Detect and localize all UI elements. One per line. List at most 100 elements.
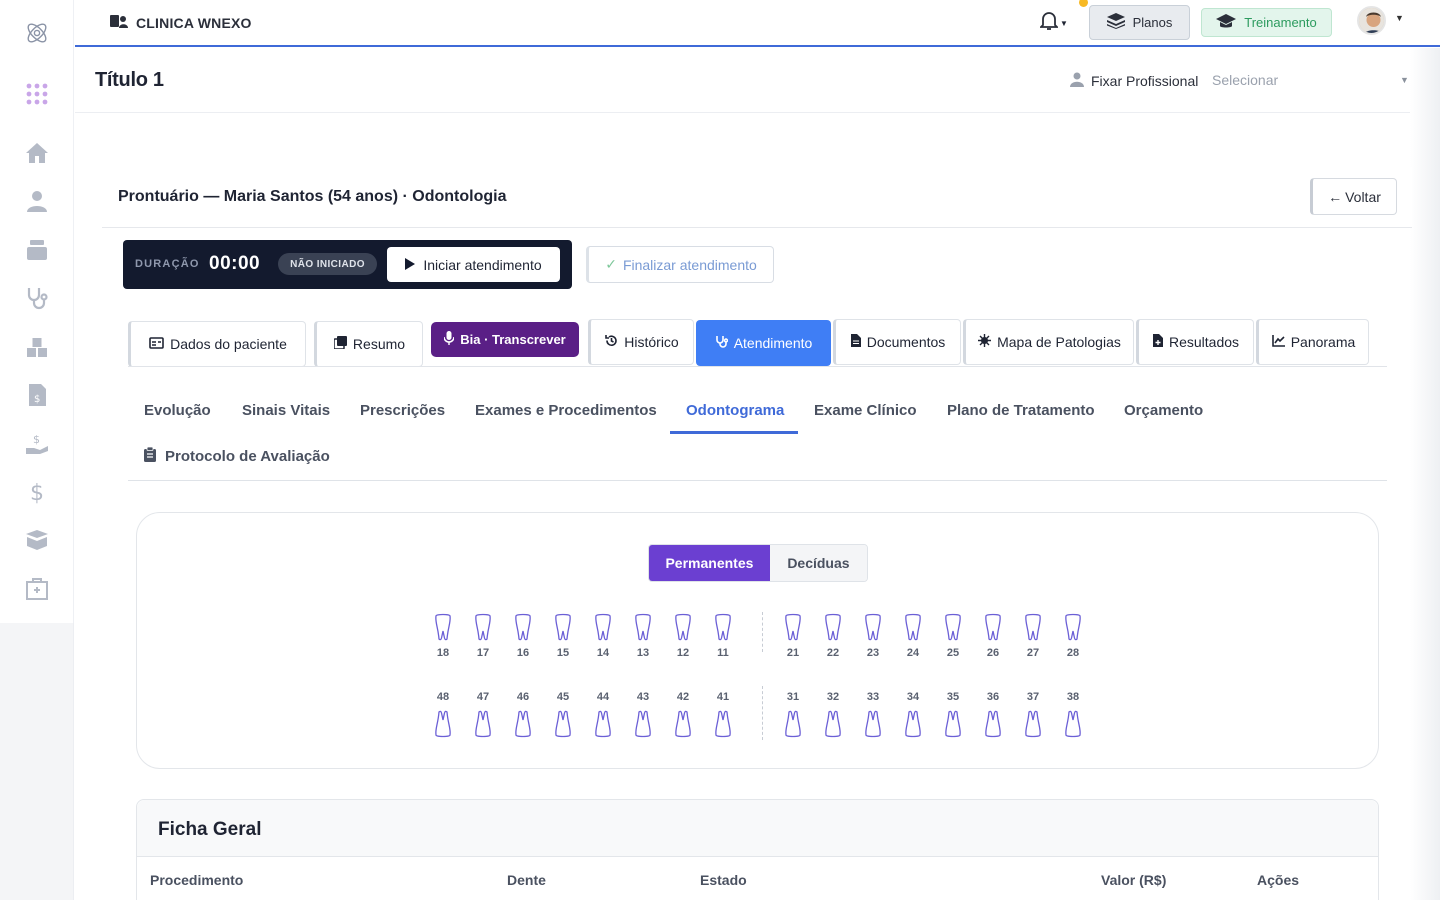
tab-label: Documentos	[866, 334, 946, 350]
tooth-43-icon[interactable]	[632, 710, 654, 738]
tooth-24-icon[interactable]	[902, 613, 924, 641]
record-header: Prontuário — Maria Santos (54 anos) · Od…	[102, 167, 1412, 228]
tooth-27-icon[interactable]	[1022, 613, 1044, 641]
cash-register-icon[interactable]	[22, 235, 52, 265]
subtab-protocolo-avaliacao[interactable]: Protocolo de Avaliação	[144, 446, 330, 466]
ficha-header: Ficha Geral	[137, 800, 1378, 857]
start-session-button[interactable]: Iniciar atendimento	[387, 247, 560, 282]
subtab-prescricoes[interactable]: Prescrições	[360, 402, 445, 419]
tooth-11-icon[interactable]	[712, 613, 734, 641]
graduation-cap-icon	[1216, 14, 1237, 31]
tab-documentos[interactable]: Documentos	[833, 319, 961, 365]
subtab-evolucao[interactable]: Evolução	[144, 402, 211, 419]
tooth-22-icon[interactable]	[822, 613, 844, 641]
tooth-14-icon[interactable]	[592, 613, 614, 641]
hospital-icon[interactable]	[22, 574, 52, 604]
subtab-orcamento[interactable]: Orçamento	[1124, 402, 1203, 419]
tooth-34-icon[interactable]	[902, 710, 924, 738]
tooth-number-label: 15	[556, 647, 570, 659]
subtab-odontograma[interactable]: Odontograma	[686, 402, 784, 419]
home-icon[interactable]	[22, 138, 52, 168]
tooth-16-icon[interactable]	[512, 613, 534, 641]
notification-dot	[1079, 0, 1088, 7]
professional-select[interactable]: Selecionar	[1212, 72, 1278, 88]
back-button[interactable]: ← Voltar	[1310, 178, 1397, 215]
tab-atendimento[interactable]: Atendimento	[696, 320, 831, 366]
tooth-number-label: 28	[1066, 647, 1080, 659]
bell-icon	[1038, 11, 1060, 36]
tab-resultados[interactable]: Resultados	[1136, 319, 1254, 365]
tooth-number-label: 14	[596, 647, 610, 659]
subtab-exame-clinico[interactable]: Exame Clínico	[814, 402, 917, 419]
tooth-47-icon[interactable]	[472, 710, 494, 738]
tooth-number-label: 34	[906, 691, 920, 703]
finish-session-button[interactable]: ✓ Finalizar atendimento	[586, 246, 774, 283]
tooth-15-icon[interactable]	[552, 613, 574, 641]
tooth-28-icon[interactable]	[1062, 613, 1084, 641]
tab-panorama[interactable]: Panorama	[1256, 319, 1369, 365]
tooth-number-label: 41	[716, 691, 730, 703]
tooth-number-label: 17	[476, 647, 490, 659]
column-acoes: Ações	[1257, 872, 1300, 888]
tooth-42-icon[interactable]	[672, 710, 694, 738]
tooth-37-icon[interactable]	[1022, 710, 1044, 738]
tooth-number-label: 18	[436, 647, 450, 659]
tooth-13-icon[interactable]	[632, 613, 654, 641]
tooth-46-icon[interactable]	[512, 710, 534, 738]
tooth-number-label: 37	[1026, 691, 1040, 703]
doctor-icon[interactable]	[22, 186, 52, 216]
subtab-sinais-vitais[interactable]: Sinais Vitais	[242, 402, 330, 419]
clinic-selector[interactable]: CLINICA WNEXO	[110, 13, 252, 32]
tooth-31-icon[interactable]	[782, 710, 804, 738]
tooth-45-icon[interactable]	[552, 710, 574, 738]
avatar[interactable]	[1357, 6, 1386, 35]
tooth-36-icon[interactable]	[982, 710, 1004, 738]
page-title: Título 1	[95, 69, 164, 91]
tooth-number-label: 43	[636, 691, 650, 703]
tooth-26-icon[interactable]	[982, 613, 1004, 641]
toggle-permanentes[interactable]: Permanentes	[649, 545, 770, 581]
fixar-label: Fixar Profissional	[1091, 73, 1199, 89]
treinamento-button[interactable]: Treinamento	[1201, 8, 1332, 37]
tab-bia-transcrever[interactable]: Bia · Transcrever	[431, 322, 579, 357]
boxes-icon[interactable]	[22, 333, 52, 363]
tooth-12-icon[interactable]	[672, 613, 694, 641]
hand-money-icon[interactable]: $	[22, 428, 52, 458]
treinamento-label: Treinamento	[1244, 15, 1317, 30]
notifications-button[interactable]: ▼	[1038, 10, 1072, 36]
arrow-left-icon: ←	[1328, 188, 1343, 205]
tab-resumo[interactable]: Resumo	[314, 321, 423, 367]
tooth-32-icon[interactable]	[822, 710, 844, 738]
toggle-deciduas[interactable]: Decíduas	[769, 545, 867, 581]
tooth-17-icon[interactable]	[472, 613, 494, 641]
tooth-35-icon[interactable]	[942, 710, 964, 738]
tooth-38-icon[interactable]	[1062, 710, 1084, 738]
invoice-icon[interactable]: $	[22, 380, 52, 410]
select-caret-icon[interactable]: ▼	[1400, 75, 1409, 85]
tooth-48-icon[interactable]	[432, 710, 454, 738]
subtab-exames-procedimentos[interactable]: Exames e Procedimentos	[475, 402, 657, 419]
tooth-33-icon[interactable]	[862, 710, 884, 738]
subtab-plano-tratamento[interactable]: Plano de Tratamento	[947, 402, 1095, 419]
dollar-icon[interactable]: $	[22, 477, 52, 507]
box-open-icon[interactable]	[22, 524, 52, 554]
tooth-number-label: 24	[906, 647, 920, 659]
tooth-25-icon[interactable]	[942, 613, 964, 641]
tooth-44-icon[interactable]	[592, 710, 614, 738]
ficha-title: Ficha Geral	[158, 819, 262, 840]
tooth-number-label: 45	[556, 691, 570, 703]
tab-mapa-patologias[interactable]: Mapa de Patologias	[963, 319, 1134, 365]
active-subtab-indicator	[670, 431, 798, 434]
tooth-41-icon[interactable]	[712, 710, 734, 738]
record-title: Prontuário — Maria Santos (54 anos) · Od…	[118, 188, 507, 205]
tab-dados-paciente[interactable]: Dados do paciente	[128, 321, 306, 367]
apps-grid-icon[interactable]	[22, 79, 52, 109]
logo-icon[interactable]	[22, 18, 52, 48]
tooth-21-icon[interactable]	[782, 613, 804, 641]
planos-button[interactable]: Planos	[1089, 5, 1190, 40]
user-menu-caret-icon[interactable]: ▼	[1395, 13, 1404, 23]
tab-historico[interactable]: Histórico	[588, 319, 694, 365]
stethoscope-icon[interactable]	[22, 283, 52, 313]
tooth-23-icon[interactable]	[862, 613, 884, 641]
tooth-18-icon[interactable]	[432, 613, 454, 641]
